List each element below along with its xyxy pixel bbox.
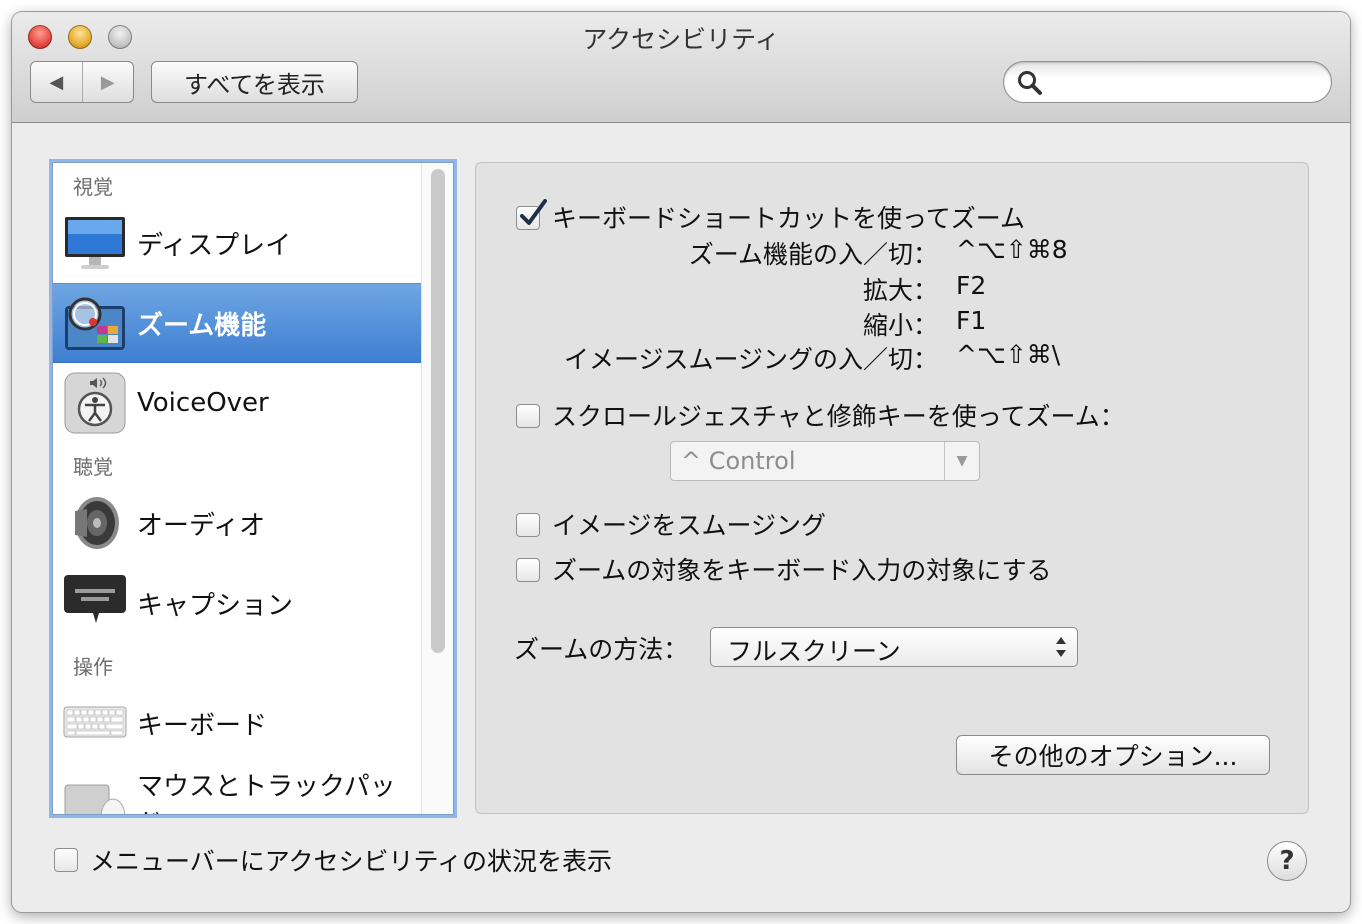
show-in-menubar-label: メニューバーにアクセシビリティの状況を表示 [90,847,613,876]
zoom-style-value: フルスクリーン [727,637,901,666]
show-all-button[interactable]: すべてを表示 [151,61,358,103]
up-down-arrows-icon [1056,637,1066,657]
follow-keyboard-focus-checkbox[interactable] [516,558,540,582]
back-arrow-icon: ◀ [49,71,64,93]
shortcut-keys: ^⌥⇧⌘8 [956,235,1068,264]
sidebar-item-mouse-trackpad[interactable]: マウスとトラックパッド [53,763,421,814]
sidebar-item-keyboard[interactable]: キーボード [53,683,421,763]
search-input[interactable] [1050,68,1324,98]
section-header-hearing: 聴覚 [73,455,113,479]
voiceover-icon [64,372,126,434]
help-button[interactable]: ? [1267,841,1307,881]
zoom-icon [65,297,125,350]
shortcut-keys: ^⌥⇧⌘\ [956,340,1061,369]
forward-button[interactable]: ▶ [81,62,134,102]
zoom-style-popup[interactable]: フルスクリーン [710,627,1078,667]
sidebar-item-display[interactable]: ディスプレイ [53,203,421,283]
sidebar-item-label: ディスプレイ [137,230,292,261]
sidebar-item-label: VoiceOver [137,388,269,418]
follow-keyboard-focus-label: ズームの対象をキーボード入力の対象にする [552,556,1052,585]
scroll-gesture-label: スクロールジェスチャと修飾キーを使ってズーム： [552,402,1125,431]
category-list[interactable]: 視覚 ディスプレイ ズーム機能 VoiceOver 聴覚 オーディオ キャプショ… [52,162,454,815]
caption-icon [64,575,126,623]
sidebar-item-voiceover[interactable]: VoiceOver [53,363,421,443]
sidebar-scrollbar[interactable] [421,163,453,814]
back-forward-control: ◀ ▶ [30,61,134,103]
sidebar-item-audio[interactable]: オーディオ [53,483,421,563]
category-list-content: 視覚 ディスプレイ ズーム機能 VoiceOver 聴覚 オーディオ キャプショ… [53,163,421,814]
window-title: アクセシビリティ [582,25,780,54]
scroll-gesture-checkbox[interactable] [516,404,540,428]
chevron-down-icon: ▼ [944,442,979,480]
forward-arrow-icon: ▶ [100,71,115,93]
search-icon [1018,71,1042,95]
shortcut-keys: F2 [956,271,987,300]
modifier-key-popup[interactable]: ^ Control ▼ [670,441,980,481]
speaker-icon [75,497,119,549]
sidebar-item-label: ズーム機能 [137,310,267,341]
search-field[interactable] [1003,61,1332,103]
checkmark-icon [520,199,547,225]
sidebar-item-label: オーディオ [137,510,266,541]
preferences-window: アクセシビリティ ◀ ▶ すべてを表示 視覚 ディスプレイ ズーム機能 Voic… [12,12,1350,912]
sidebar-item-captions[interactable]: キャプション [53,563,421,643]
sidebar-scroll-thumb[interactable] [431,169,445,653]
back-button[interactable]: ◀ [31,62,82,102]
section-header-interaction: 操作 [73,655,113,679]
keyboard-icon [63,706,127,738]
shortcut-name: 拡大： [862,276,938,305]
shortcut-keys: F1 [956,306,987,335]
title-bar: アクセシビリティ ◀ ▶ すべてを表示 [12,12,1350,123]
zoom-settings-panel: キーボードショートカットを使ってズーム ズーム機能の入／切： ^⌥⇧⌘8 拡大：… [475,162,1309,814]
sidebar-item-zoom[interactable]: ズーム機能 [53,283,421,363]
smooth-images-label: イメージをスムージング [552,511,827,540]
shortcut-name: イメージスムージングの入／切： [563,345,938,374]
more-options-button[interactable]: その他のオプション... [956,735,1270,775]
sidebar-item-label: キーボード [137,710,268,741]
display-icon [65,217,125,269]
shortcut-name: 縮小： [862,311,938,340]
show-in-menubar-checkbox[interactable] [54,848,78,872]
modifier-key-value: ^ Control [681,447,796,475]
smooth-images-checkbox[interactable] [516,513,540,537]
mouse-icon [64,784,126,814]
sidebar-item-label: マウスとトラックパッド [137,772,396,814]
keyboard-shortcuts-checkbox[interactable] [516,199,547,230]
shortcut-name: ズーム機能の入／切： [688,240,938,269]
section-header-vision: 視覚 [73,175,113,199]
sidebar-item-label: キャプション [137,590,294,621]
keyboard-shortcuts-label: キーボードショートカットを使ってズーム [552,204,1026,233]
zoom-style-label: ズームの方法： [514,635,689,664]
